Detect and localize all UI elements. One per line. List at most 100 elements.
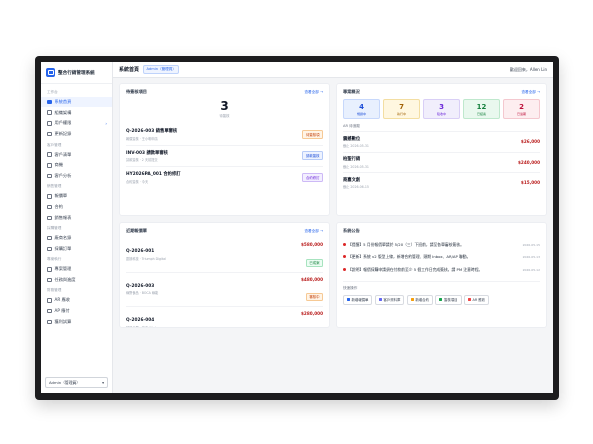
sidebar-item[interactable]: AR 應收	[41, 295, 112, 306]
project-stat[interactable]: 12 已結案	[463, 99, 500, 119]
bulletin-text: 【更新】系統 v2 版型上線，新增合約管理、頭期 Inbox、AR/AP 聯動。	[348, 254, 471, 259]
ar-client-name: 商嘉文創	[343, 177, 361, 183]
quote-row-info: Q-2026-001 震撼科技 · Triumph Digital	[126, 249, 166, 261]
recent-quotes-view-all-link[interactable]: 查看全部 →	[304, 229, 323, 234]
sidebar-item[interactable]: 銷售報表	[41, 213, 112, 224]
menu-icon	[47, 215, 52, 221]
quick-action-button[interactable]: 客戶資料庫	[374, 294, 405, 306]
quick-action-icon	[439, 298, 443, 302]
bullet-dot-icon	[343, 255, 346, 259]
ar-amount: $15,000	[520, 180, 540, 186]
sidebar-item-label: AP 應付	[54, 308, 70, 314]
approval-row-info: INV-003 請款單審核 請款簽核 · 2 天前提交	[126, 150, 168, 163]
sidebar-item[interactable]: 客戶分析	[41, 171, 112, 182]
recent-quotes-title: 近期報價單	[126, 228, 147, 233]
sidebar-item[interactable]: 合約	[41, 202, 112, 213]
quick-actions-title: 快速操作	[343, 280, 540, 291]
chevron-down-icon: ▾	[102, 379, 104, 385]
sidebar-item[interactable]: 專案管理	[41, 264, 112, 275]
ar-row[interactable]: 震撼數位 截止 2026-05-31 $26,000	[343, 131, 540, 152]
ar-row-info: 商嘉文創截止 2026-06-15	[343, 177, 369, 190]
sidebar-item[interactable]: 報價單	[41, 191, 112, 202]
sidebar-item-label: 系統首頁	[54, 98, 72, 104]
bulletin-date: 2026-05-12	[522, 267, 540, 272]
ar-due-date: 截止 2026-06-15	[343, 185, 369, 189]
quick-action-button[interactable]: 簽核項目	[435, 294, 462, 306]
quick-action-button[interactable]: AR 應收	[464, 294, 490, 306]
approval-row[interactable]: INV-003 請款單審核 請款簽核 · 2 天前提交 請款簽核	[126, 144, 323, 167]
bulletin-text: 【提醒】5 月份報價單請於 5/20（三）下班前，請至各單審核簽核。	[348, 241, 464, 247]
quote-status-wrap: 草稿	[301, 318, 323, 328]
approval-row-title: HY2026PA_001 合約修訂	[126, 172, 181, 177]
app-screen: 整合行銷管理系統 工作台 系統首頁 組織架構 用戶權限 › 更新記錄 客戶管理 客戶清單 商機客…	[41, 62, 553, 393]
quote-amount: $580,000	[301, 242, 323, 247]
quote-amount-col: $480,000 審核中	[301, 277, 323, 303]
quote-client: 震撼科技 · Triumph Digital	[126, 256, 166, 261]
bulletin-text-wrap: 【更新】系統 v2 版型上線，新增合約管理、頭期 Inbox、AR/AP 聯動。	[343, 254, 505, 260]
role-select[interactable]: Admin（管理員） ▾	[45, 377, 108, 388]
project-stat[interactable]: 2 已逾期	[503, 99, 540, 119]
approval-row-subtitle: 請款簽核 · 2 天前提交	[126, 158, 158, 162]
sidebar-item-label: 商機	[54, 162, 63, 168]
quote-status-wrap: 已成案	[301, 249, 323, 268]
sidebar-item[interactable]: 廠商名錄	[41, 233, 112, 244]
project-stat[interactable]: 4 規劃中	[343, 99, 380, 119]
nav-section-label: 工作台	[47, 90, 58, 94]
menu-icon	[47, 121, 52, 126]
bulletin-item[interactable]: 【更新】系統 v2 版型上線，新增合約管理、頭期 Inbox、AR/AP 聯動。…	[343, 251, 540, 264]
sidebar: 整合行銷管理系統 工作台 系統首頁 組織架構 用戶權限 › 更新記錄 客戶管理 客戶清單 商機客…	[41, 62, 113, 393]
sidebar-item[interactable]: 獲利試算	[41, 317, 112, 328]
approvals-title: 待簽核項目	[126, 89, 147, 94]
sidebar-item-label: 更新記錄	[54, 131, 72, 137]
projects-title: 專案概況	[343, 89, 360, 94]
approval-row[interactable]: Q-2026-003 銷售單審核 報價簽核 · 王小明申請 待簽核項	[126, 124, 323, 145]
sidebar-item[interactable]: 任務與進度	[41, 275, 112, 286]
sidebar-item[interactable]: 客戶清單	[41, 149, 112, 160]
project-stat[interactable]: 7 執行中	[383, 99, 420, 119]
sidebar-item[interactable]: 組織架構	[41, 107, 112, 118]
bulletin-text-wrap: 【提醒】5 月份報價單請於 5/20（三）下班前，請至各單審核簽核。	[343, 242, 505, 248]
recent-quotes-card: 近期報價單 查看全部 → Q-2026-001 震撼科技 · Triumph Di…	[119, 222, 330, 328]
nav-section-label: 專案執行	[47, 257, 62, 262]
brand-name: 整合行銷管理系統	[58, 70, 95, 76]
quote-amount: $280,000	[301, 311, 323, 316]
ar-row-info: 震撼數位 截止 2026-05-31	[343, 136, 369, 149]
approval-row-subtitle: 報價簽核 · 王小明申請	[126, 136, 158, 141]
bulletin-item[interactable]: 【說明】報價採購申請須在付款前至少 5 個工作日完成簽核，請 PM 注意時程。 2…	[343, 263, 540, 276]
menu-icon	[47, 110, 52, 115]
quote-row[interactable]: Q-2026-003 綠野食品 · BOCA 綠能 $480,000 審核中	[126, 271, 323, 307]
project-stat-count: 3	[439, 103, 444, 111]
sidebar-item[interactable]: 採購訂單	[41, 244, 112, 255]
role-select-value: Admin（管理員）	[49, 379, 81, 385]
sidebar-item[interactable]: 用戶權限 ›	[41, 118, 112, 129]
brand[interactable]: 整合行銷管理系統	[41, 66, 112, 84]
quote-status-wrap: 審核中	[301, 283, 323, 302]
sidebar-item[interactable]: 系統首頁	[41, 96, 112, 108]
bulletin-date: 2026-05-13	[522, 255, 540, 259]
approval-row[interactable]: HY2026PA_001 合約修訂 合約簽核 · 今天 合約修訂	[126, 166, 323, 188]
project-stat-count: 2	[519, 103, 524, 111]
sidebar-item[interactable]: 更新記錄	[41, 129, 112, 140]
projects-view-all-link[interactable]: 查看全部 →	[521, 90, 540, 95]
project-stat-label: 驗收中	[436, 112, 446, 116]
project-stat[interactable]: 3 驗收中	[423, 99, 460, 119]
user-greeting[interactable]: 歡迎回來，Allen Lin	[510, 67, 547, 73]
quote-client: 綠野食品 · BOCA 綠能	[126, 291, 159, 295]
quick-action-button[interactable]: 新增報價單	[343, 294, 373, 306]
sidebar-item[interactable]: AP 應付	[41, 306, 112, 317]
app-logo-icon	[46, 68, 55, 77]
sidebar-item[interactable]: 商機	[41, 160, 112, 171]
nav-section-label: 財務管理	[47, 288, 62, 293]
quote-row-info: Q-2026-004 某某企業 · 商嘉 Kitchen	[126, 318, 161, 327]
ar-row[interactable]: 柏聖行銷 截止 2026-05-31 $240,000	[343, 151, 540, 173]
quote-row[interactable]: Q-2026-004 某某企業 · 商嘉 Kitchen $280,000 草稿	[126, 306, 323, 328]
project-stat-count: 12	[476, 103, 487, 111]
status-badge: 待簽核項	[302, 129, 323, 139]
quote-row[interactable]: Q-2026-001 震撼科技 · Triumph Digital $580,000…	[126, 238, 323, 272]
quick-action-button[interactable]: 新增合約	[406, 294, 433, 306]
sidebar-item-label: 獲利試算	[54, 318, 72, 324]
menu-icon	[47, 308, 52, 314]
approvals-view-all-link[interactable]: 查看全部 →	[304, 90, 323, 95]
ar-row[interactable]: 商嘉文創截止 2026-06-15 $15,000	[343, 172, 540, 193]
bulletin-item[interactable]: 【提醒】5 月份報價單請於 5/20（三）下班前，請至各單審核簽核。 2026-0…	[343, 238, 540, 251]
